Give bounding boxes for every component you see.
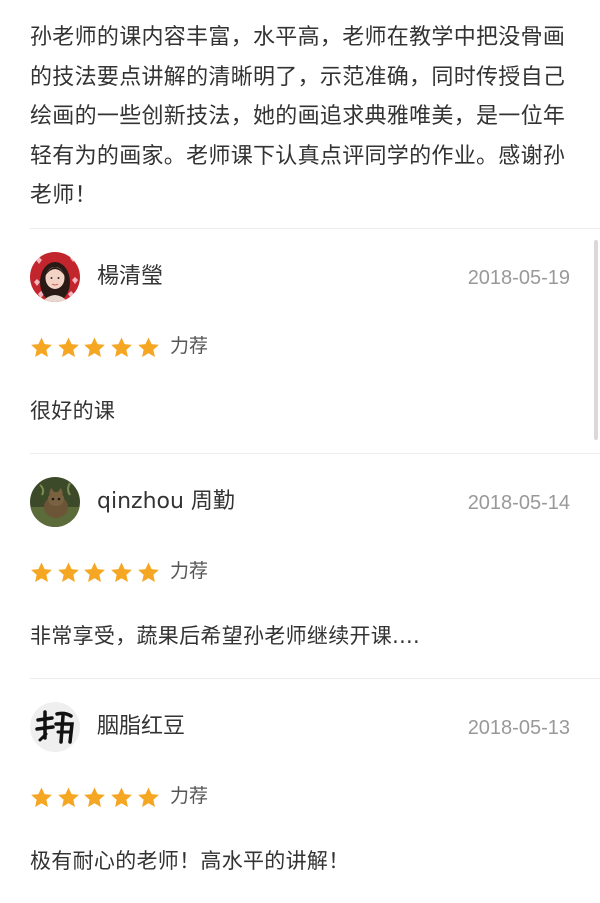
review-date: 2018-05-13 bbox=[467, 717, 570, 739]
rating-label: 力荐 bbox=[170, 785, 209, 807]
star-icon bbox=[83, 336, 106, 359]
star-icon bbox=[137, 786, 160, 809]
rating-label: 力荐 bbox=[170, 335, 209, 357]
rating-label: 力荐 bbox=[170, 560, 209, 582]
star-icon bbox=[110, 336, 133, 359]
review-date: 2018-05-14 bbox=[467, 492, 570, 514]
star-icon bbox=[110, 561, 133, 584]
star-icon bbox=[137, 336, 160, 359]
star-icon bbox=[83, 786, 106, 809]
username[interactable]: qinzhou 周勤 bbox=[97, 487, 235, 517]
avatar[interactable] bbox=[30, 252, 80, 302]
user-photo-calligraphy-icon bbox=[30, 702, 80, 752]
star-rating bbox=[30, 559, 163, 585]
star-icon bbox=[110, 786, 133, 809]
star-icon bbox=[30, 336, 53, 359]
star-rating bbox=[30, 784, 163, 810]
star-icon bbox=[30, 786, 53, 809]
review-text-top: 孙老师的课内容丰富，水平高，老师在教学中把没骨画的技法要点讲解的清晰明了，示范准… bbox=[30, 25, 566, 208]
user-photo-cat-icon bbox=[30, 477, 80, 527]
star-icon bbox=[137, 561, 160, 584]
user-photo-girl-icon bbox=[30, 252, 80, 302]
review-comment: 极有耐心的老师！高水平的讲解！ bbox=[30, 849, 350, 873]
star-icon bbox=[30, 561, 53, 584]
review-item: 胭脂红豆 2018-05-13 力荐 极有耐心的老师！高水平的讲解！ bbox=[30, 678, 600, 903]
username[interactable]: 楊清瑩 bbox=[97, 262, 163, 292]
star-rating bbox=[30, 334, 163, 360]
review-date: 2018-05-19 bbox=[467, 267, 570, 289]
username[interactable]: 胭脂红豆 bbox=[97, 712, 185, 742]
review-item: 楊清瑩 2018-05-19 力荐 很好的课 bbox=[30, 228, 600, 453]
review-comment: 非常享受，蔬果后希望孙老师继续开课.... bbox=[30, 624, 420, 648]
star-icon bbox=[83, 561, 106, 584]
star-icon bbox=[57, 786, 80, 809]
star-icon bbox=[57, 336, 80, 359]
avatar[interactable] bbox=[30, 702, 80, 752]
review-item: qinzhou 周勤 2018-05-14 力荐 非常享受，蔬果后希望孙老师继续… bbox=[30, 453, 600, 678]
review-comment: 很好的课 bbox=[30, 399, 116, 423]
star-icon bbox=[57, 561, 80, 584]
avatar[interactable] bbox=[30, 477, 80, 527]
